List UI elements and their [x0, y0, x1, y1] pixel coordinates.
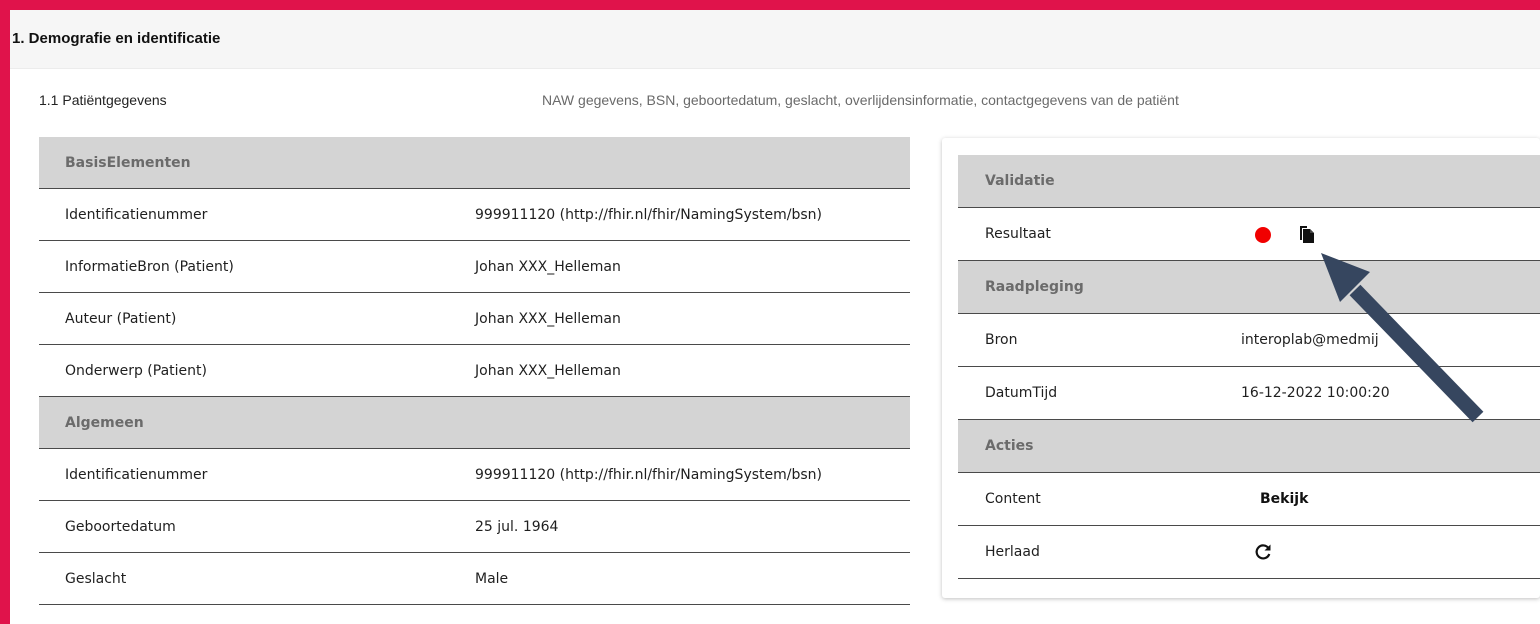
row-value: 999911120 (http://fhir.nl/fhir/NamingSys…: [475, 207, 822, 223]
table-row: Geslacht Male: [39, 553, 910, 605]
content-row: Content Bekijk: [958, 473, 1540, 526]
bron-row: Bron interoplab@medmij: [958, 314, 1540, 367]
row-value: 999911120 (http://fhir.nl/fhir/NamingSys…: [475, 467, 822, 483]
bron-label: Bron: [985, 332, 1018, 348]
red-status-dot-icon: [1255, 227, 1271, 243]
table-row: Geboortedatum 25 jul. 1964: [39, 501, 910, 553]
reload-icon[interactable]: [1254, 543, 1272, 561]
group-header-validatie: Validatie: [958, 155, 1540, 208]
group-header-label: Raadpleging: [985, 279, 1084, 295]
herlaad-row: Herlaad: [958, 526, 1540, 579]
resultaat-label: Resultaat: [985, 226, 1051, 242]
row-label: Geboortedatum: [65, 519, 176, 535]
group-header-algemeen: Algemeen: [39, 397, 910, 449]
section-header[interactable]: 1. Demografie en identificatie: [10, 10, 1540, 69]
subsection-description: NAW gegevens, BSN, geboortedatum, geslac…: [542, 92, 1179, 108]
brand-frame-top: [0, 0, 1540, 10]
group-header-acties: Acties: [958, 420, 1540, 473]
datumtijd-value: 16-12-2022 10:00:20: [1241, 385, 1390, 401]
row-value: Johan XXX_Helleman: [475, 259, 621, 275]
content-label: Content: [985, 491, 1041, 507]
brand-frame-left: [0, 0, 10, 624]
table-row: Auteur (Patient) Johan XXX_Helleman: [39, 293, 910, 345]
group-header-label: BasisElementen: [65, 155, 191, 171]
group-header-label: Validatie: [985, 173, 1055, 189]
section-title: 1. Demografie en identificatie: [12, 30, 221, 47]
group-header-label: Algemeen: [65, 415, 144, 431]
validation-table: Validatie Resultaat Raadpleging Bron int…: [958, 155, 1540, 579]
group-header-label: Acties: [985, 438, 1034, 454]
group-header-raadpleging: Raadpleging: [958, 261, 1540, 314]
row-value: Male: [475, 571, 509, 587]
validation-card: Validatie Resultaat Raadpleging Bron int…: [942, 138, 1540, 598]
group-header-basiselementen: BasisElementen: [39, 137, 910, 189]
datumtijd-label: DatumTijd: [985, 385, 1058, 401]
row-label: Geslacht: [65, 571, 127, 587]
table-row: Identificatienummer 999911120 (http://fh…: [39, 189, 910, 241]
row-label: Identificatienummer: [65, 207, 208, 223]
table-row: Onderwerp (Patient) Johan XXX_Helleman: [39, 345, 910, 397]
resultaat-row: Resultaat: [958, 208, 1540, 261]
row-label: Onderwerp (Patient): [65, 363, 207, 379]
datumtijd-row: DatumTijd 16-12-2022 10:00:20: [958, 367, 1540, 420]
copy-document-icon[interactable]: [1298, 224, 1316, 244]
bekijk-link[interactable]: Bekijk: [1260, 473, 1308, 525]
patient-details-table: BasisElementen Identificatienummer 99991…: [39, 137, 910, 605]
row-value: Johan XXX_Helleman: [475, 311, 621, 327]
row-label: Identificatienummer: [65, 467, 208, 483]
subsection-title: 1.1 Patiëntgegevens: [39, 92, 167, 108]
herlaad-label: Herlaad: [985, 544, 1040, 560]
row-value: 25 jul. 1964: [475, 519, 559, 535]
row-label: Auteur (Patient): [65, 311, 177, 327]
row-label: InformatieBron (Patient): [65, 259, 234, 275]
table-row: Identificatienummer 999911120 (http://fh…: [39, 449, 910, 501]
bron-value: interoplab@medmij: [1241, 332, 1379, 348]
table-row: InformatieBron (Patient) Johan XXX_Helle…: [39, 241, 910, 293]
row-value: Johan XXX_Helleman: [475, 363, 621, 379]
